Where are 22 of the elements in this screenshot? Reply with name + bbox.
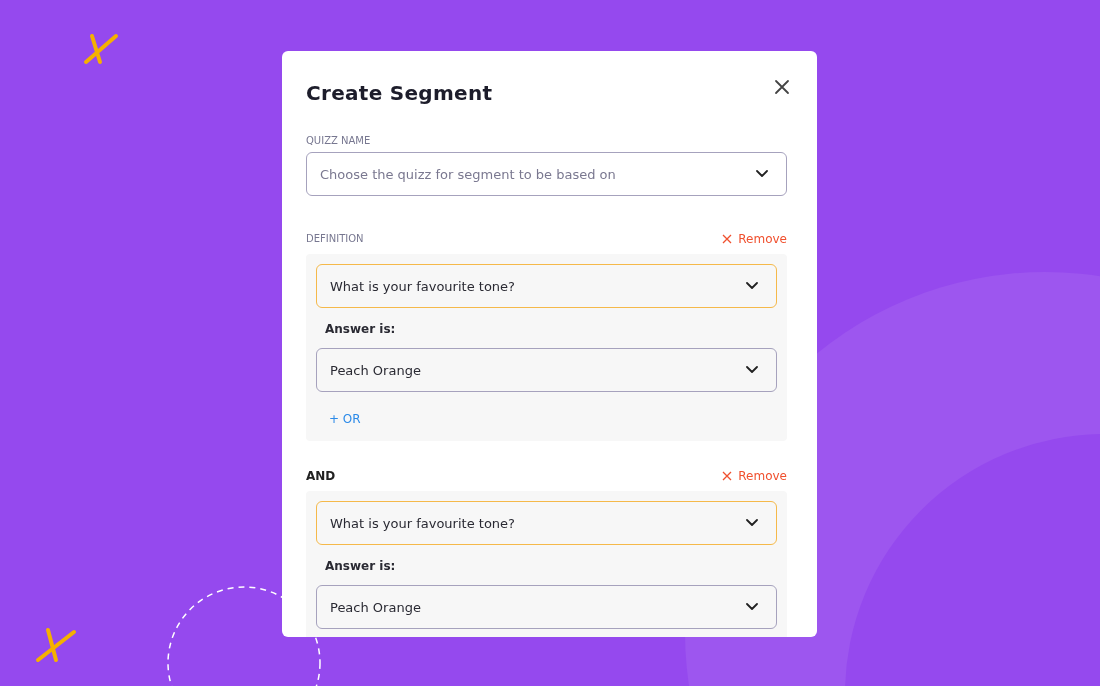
chevron-down-icon [756,170,768,178]
dropdown-field[interactable]: What is your favourite tone? [316,264,777,308]
dropdown-field[interactable]: Peach Orange [316,348,777,392]
chevron-down-icon [746,603,758,611]
chevron-down-icon [746,282,758,290]
cross-icon [34,626,78,664]
chevron-down-icon [746,366,758,374]
close-button[interactable] [774,79,790,95]
section-label: DEFINITION [306,233,364,244]
remove-button[interactable]: Remove [722,469,787,483]
close-icon [722,234,733,244]
answer-label: Answer is: [325,322,397,336]
remove-button[interactable]: Remove [722,232,787,246]
dropdown-field[interactable]: What is your favourite tone? [316,501,777,545]
answer-label: Answer is: [325,559,397,573]
dropdown-field[interactable]: Peach Orange [316,585,777,629]
and-label: AND [306,469,336,483]
dropdown-field[interactable]: Choose the quizz for segment to be based on [306,152,787,196]
dialog-title: Create Segment [306,81,493,105]
chevron-down-icon [746,519,758,527]
field-label: QUIZZ NAME [306,135,372,146]
close-icon [722,471,733,481]
